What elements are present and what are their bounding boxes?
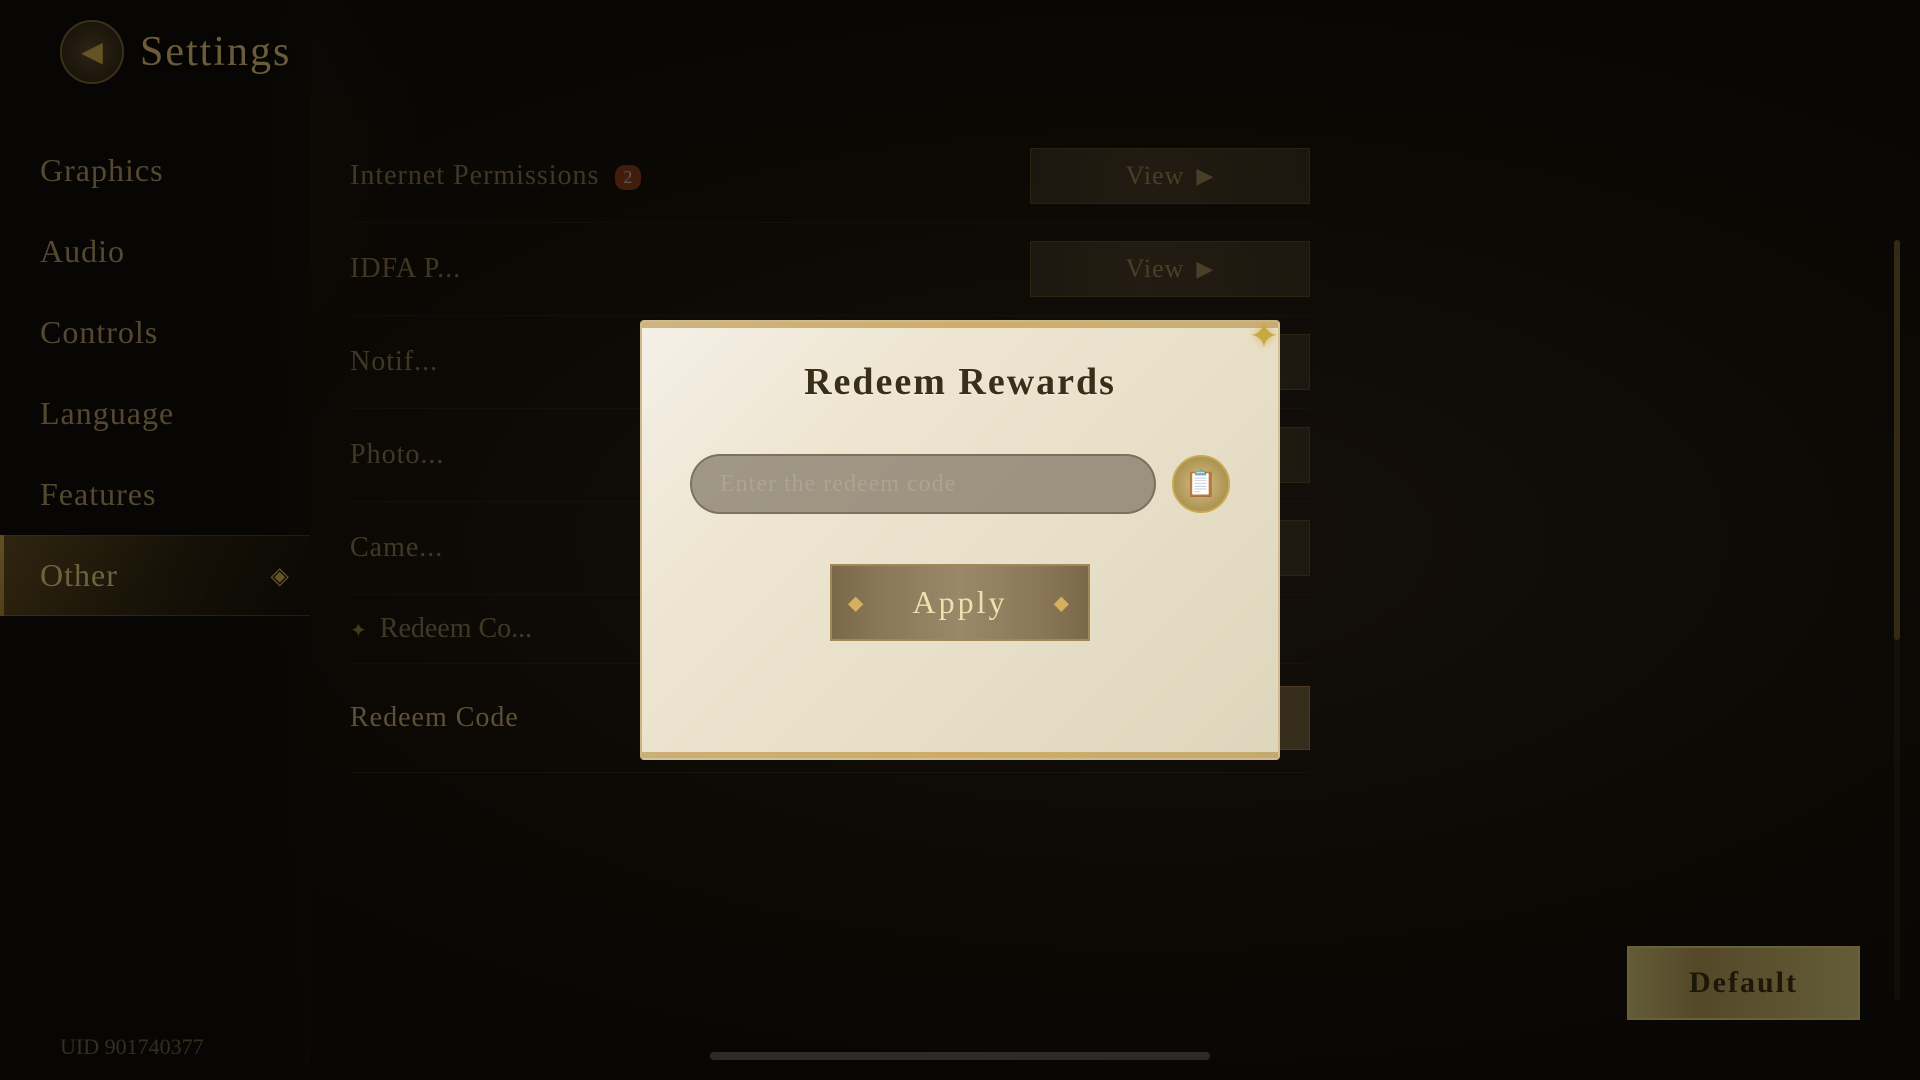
modal-bottom-border (642, 752, 1278, 758)
close-icon: ✦ (1249, 318, 1279, 354)
modal-title: Redeem Rewards (804, 360, 1116, 404)
modal-input-row: 📋 (690, 454, 1230, 514)
redeem-code-input[interactable] (690, 454, 1156, 514)
modal-content: Redeem Rewards 📋 Apply (640, 320, 1280, 681)
close-button[interactable]: ✦ (1238, 310, 1290, 362)
paste-icon: 📋 (1185, 469, 1217, 499)
redeem-rewards-modal: ✦ Redeem Rewards 📋 Apply (640, 320, 1280, 760)
modal-apply-button[interactable]: Apply (830, 564, 1090, 641)
paste-button[interactable]: 📋 (1172, 455, 1230, 513)
